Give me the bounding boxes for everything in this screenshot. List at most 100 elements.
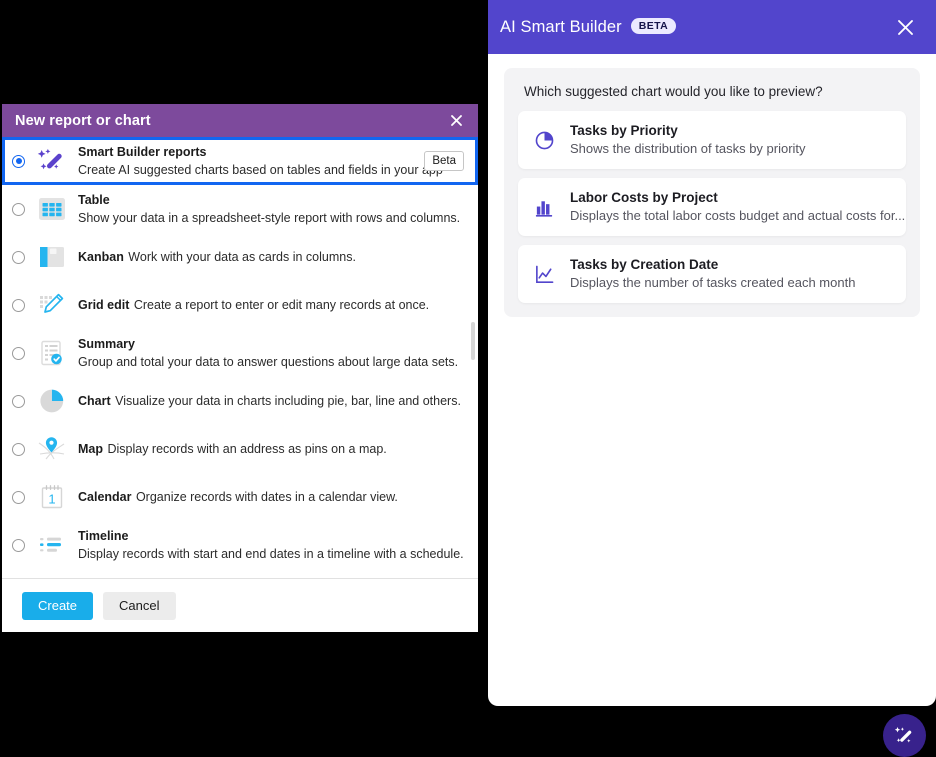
create-button[interactable]: Create (22, 591, 94, 620)
option-description: Create a report to enter or edit many re… (133, 298, 430, 312)
option-text: Grid edit Create a report to enter or ed… (78, 296, 464, 314)
option-text: Map Display records with an address as p… (78, 440, 464, 458)
option-chart[interactable]: Chart Visualize your data in charts incl… (2, 377, 478, 425)
radio-summary[interactable] (12, 346, 25, 360)
option-description: Organize records with dates in a calenda… (135, 490, 398, 504)
option-text: Calendar Organize records with dates in … (78, 488, 464, 506)
calendar-icon: 1 (35, 480, 69, 514)
option-calendar[interactable]: 1 Calendar Organize records with dates i… (2, 473, 478, 521)
pencil-grid-icon (35, 288, 69, 322)
magic-wand-icon (35, 144, 69, 178)
option-description: Group and total your data to answer ques… (78, 355, 459, 369)
assistant-question: Which suggested chart would you like to … (524, 84, 823, 99)
close-icon[interactable] (892, 14, 918, 40)
suggestion-description: Displays the number of tasks created eac… (570, 275, 856, 290)
table-grid-glyph (39, 198, 65, 220)
dialog-header: New report or chart (2, 104, 478, 137)
ai-smart-builder-panel: AI Smart Builder BETA Which suggested ch… (488, 0, 936, 706)
option-description: Visualize your data in charts including … (115, 394, 461, 408)
radio-kanban[interactable] (12, 250, 25, 264)
table-grid-icon (35, 192, 69, 226)
radio-timeline[interactable] (12, 538, 25, 552)
option-title: Smart Builder reports (78, 145, 207, 159)
pencil-grid-glyph (40, 293, 64, 313)
option-grid-edit[interactable]: Grid edit Create a report to enter or ed… (2, 281, 478, 329)
beta-badge: BETA (630, 17, 677, 35)
option-description: Show your data in a spreadsheet-style re… (78, 211, 461, 225)
summary-checklist-glyph (41, 340, 62, 366)
new-report-dialog: New report or chart Smart Builder report… (2, 104, 478, 632)
option-summary[interactable]: Summary Group and total your data to ans… (2, 329, 478, 377)
radio-table[interactable] (12, 202, 25, 216)
option-text: Smart Builder reports Create AI suggeste… (78, 143, 443, 179)
dialog-title: New report or chart (15, 112, 151, 129)
option-smart-builder[interactable]: Smart Builder reports Create AI suggeste… (2, 137, 478, 185)
option-description: Create AI suggested charts based on tabl… (78, 163, 443, 177)
pie-chart-glyph (40, 389, 64, 413)
timeline-bars-glyph (40, 537, 61, 552)
radio-chart[interactable] (12, 394, 25, 408)
suggestion-labor-costs-by-project[interactable]: Labor Costs by Project Displays the tota… (518, 178, 906, 236)
option-title: Timeline (78, 529, 129, 543)
option-text: Table Show your data in a spreadsheet-st… (78, 191, 464, 227)
dialog-footer: Create Cancel (2, 578, 478, 632)
suggestion-text: Labor Costs by Project Displays the tota… (570, 189, 905, 225)
ai-panel-header: AI Smart Builder BETA (488, 0, 936, 54)
summary-checklist-icon (35, 336, 69, 370)
pie-chart-icon (35, 384, 69, 418)
option-map[interactable]: Map Display records with an address as p… (2, 425, 478, 473)
suggestion-text: Tasks by Creation Date Displays the numb… (570, 256, 892, 292)
ai-panel-body: Which suggested chart would you like to … (488, 54, 936, 706)
magic-wand-glyph (37, 148, 62, 170)
option-description: Display records with an address as pins … (107, 442, 387, 456)
assistant-message-bubble: Which suggested chart would you like to … (504, 68, 920, 317)
radio-calendar[interactable] (12, 490, 25, 504)
line-chart-glyph (535, 265, 553, 283)
option-title: Table (78, 193, 110, 207)
suggestion-list: Tasks by Priority Shows the distribution… (518, 111, 906, 303)
option-table[interactable]: Table Show your data in a spreadsheet-st… (2, 185, 478, 233)
option-text: Timeline Display records with start and … (78, 527, 464, 563)
option-title: Summary (78, 337, 135, 351)
option-title: Map (78, 442, 103, 456)
suggestion-title: Tasks by Creation Date (570, 257, 719, 272)
suggestion-description: Displays the total labor costs budget an… (570, 208, 906, 223)
suggestion-tasks-by-creation-date[interactable]: Tasks by Creation Date Displays the numb… (518, 245, 906, 303)
pie-chart-icon (531, 127, 557, 153)
map-pin-glyph (38, 437, 65, 460)
calendar-glyph: 1 (41, 485, 63, 509)
svg-text:1: 1 (48, 492, 55, 507)
option-title: Chart (78, 394, 111, 408)
suggestion-tasks-by-priority[interactable]: Tasks by Priority Shows the distribution… (518, 111, 906, 169)
list-scrollbar[interactable] (471, 322, 475, 360)
report-type-list-container: Smart Builder reports Create AI suggeste… (2, 137, 478, 578)
option-text: Chart Visualize your data in charts incl… (78, 392, 464, 410)
option-timeline[interactable]: Timeline Display records with start and … (2, 521, 478, 569)
option-text: Kanban Work with your data as cards in c… (78, 248, 464, 266)
map-pin-icon (35, 432, 69, 466)
close-glyph (450, 115, 462, 126)
line-chart-icon (531, 261, 557, 287)
bar-chart-icon (531, 194, 557, 220)
option-description: Display records with start and end dates… (78, 547, 464, 561)
option-title: Grid edit (78, 298, 130, 312)
bar-chart-glyph (535, 200, 552, 217)
radio-map[interactable] (12, 442, 25, 456)
suggestion-text: Tasks by Priority Shows the distribution… (570, 122, 892, 158)
radio-grid-edit[interactable] (12, 298, 25, 312)
option-title: Calendar (78, 490, 132, 504)
ai-smart-builder-fab[interactable] (883, 714, 926, 757)
close-glyph (897, 19, 913, 35)
cancel-button[interactable]: Cancel (103, 591, 176, 620)
close-icon[interactable] (446, 111, 466, 131)
option-description: Work with your data as cards in columns. (128, 250, 356, 264)
suggestion-title: Labor Costs by Project (570, 190, 718, 205)
radio-smart-builder[interactable] (12, 154, 25, 168)
ai-panel-title: AI Smart Builder (500, 17, 622, 36)
option-kanban[interactable]: Kanban Work with your data as cards in c… (2, 233, 478, 281)
report-type-list: Smart Builder reports Create AI suggeste… (2, 137, 478, 569)
beta-badge: Beta (424, 151, 464, 171)
option-text: Summary Group and total your data to ans… (78, 335, 464, 371)
suggestion-description: Shows the distribution of tasks by prior… (570, 141, 806, 156)
suggestion-title: Tasks by Priority (570, 123, 678, 138)
